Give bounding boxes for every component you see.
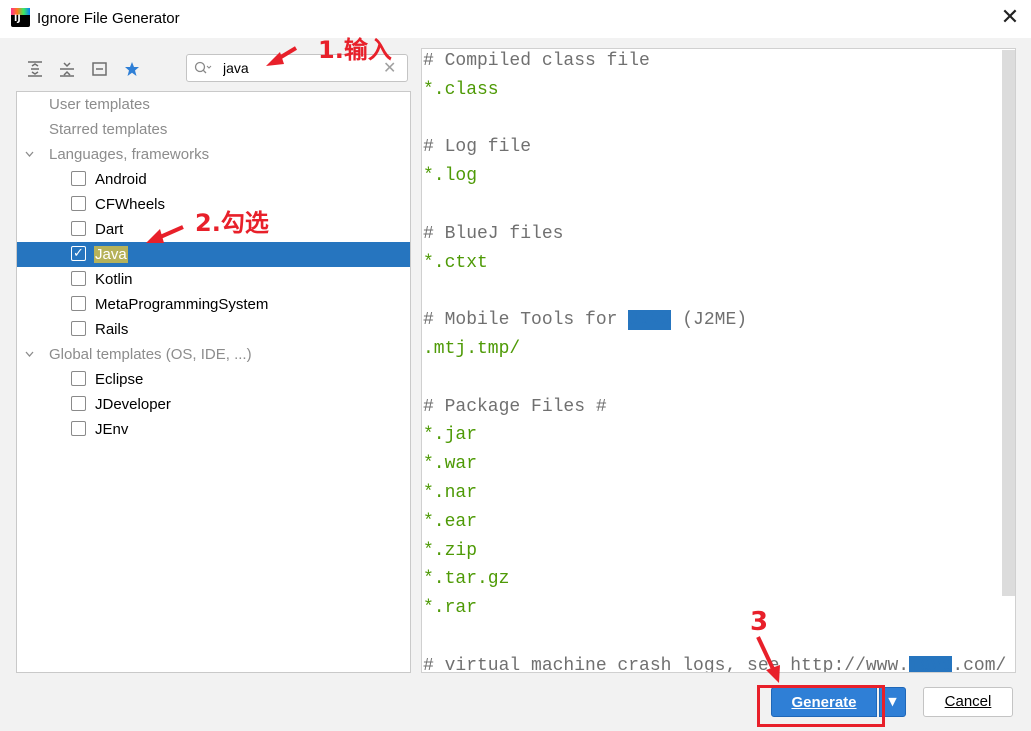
- intellij-logo-icon: IJ: [11, 8, 30, 27]
- annotation-step1: 1.输入: [318, 36, 392, 64]
- comment-line: # Mobile Tools for Java (J2ME): [423, 310, 748, 331]
- checkbox[interactable]: [71, 221, 86, 236]
- ignore-pattern-line: *.rar: [423, 598, 478, 619]
- tree-node-user-templates[interactable]: User templates: [17, 92, 410, 117]
- tree-item-label: Java: [94, 242, 128, 267]
- expand-all-icon[interactable]: [26, 60, 44, 78]
- tree-item-label: Android: [95, 171, 147, 188]
- checkbox[interactable]: [71, 171, 86, 186]
- comment-line: # Package Files #: [423, 396, 607, 417]
- tree-item-kotlin[interactable]: Kotlin: [17, 267, 410, 292]
- search-icon: [194, 61, 212, 74]
- comment-line: # Log file: [423, 137, 532, 158]
- ignore-pattern-line: *.class: [423, 79, 499, 100]
- tree-node-label: Starred templates: [49, 121, 168, 138]
- comment-line: # BlueJ files: [423, 223, 564, 244]
- tree-item-label: Eclipse: [95, 371, 144, 388]
- annotation-highlight-box: [757, 685, 885, 727]
- checkbox-checked[interactable]: ✓: [71, 246, 86, 261]
- cancel-button[interactable]: Cancel: [923, 687, 1013, 717]
- search-match-highlight: Java: [94, 246, 128, 263]
- close-icon[interactable]: ✕: [995, 3, 1025, 33]
- checkbox[interactable]: [71, 396, 86, 411]
- search-match-highlight: Java: [628, 310, 672, 331]
- tree-node-label: Languages, frameworks: [49, 146, 210, 163]
- vertical-scrollbar[interactable]: [1002, 50, 1015, 596]
- ignore-pattern-line: *.ear: [423, 511, 478, 532]
- tree-item-java[interactable]: ✓ Java: [17, 242, 410, 267]
- checkbox[interactable]: [71, 196, 86, 211]
- tree-node-label: User templates: [49, 96, 150, 113]
- collapse-all-icon[interactable]: [58, 60, 76, 78]
- star-icon[interactable]: [123, 60, 141, 78]
- ignore-pattern-line: *.ctxt: [423, 252, 488, 273]
- tree-item-label: CFWheels: [95, 196, 166, 213]
- window-title: Ignore File Generator: [37, 10, 180, 27]
- checkbox[interactable]: [71, 321, 86, 336]
- tree-item-label: Kotlin: [95, 271, 133, 288]
- tree-item-jdeveloper[interactable]: JDeveloper: [17, 392, 410, 417]
- tree-item-label: Dart: [95, 221, 124, 238]
- ignore-pattern-line: *.jar: [423, 425, 478, 446]
- annotation-step3: 3: [750, 607, 769, 637]
- collapse-icon[interactable]: [91, 60, 109, 78]
- template-tree[interactable]: User templates Starred templates Languag…: [16, 91, 411, 673]
- tree-item-android[interactable]: Android: [17, 167, 410, 192]
- checkbox[interactable]: [71, 421, 86, 436]
- tree-item-eclipse[interactable]: Eclipse: [17, 367, 410, 392]
- ignore-pattern-line: *.nar: [423, 483, 478, 503]
- ignore-pattern-line: *.war: [423, 454, 478, 475]
- tree-item-label: MetaProgrammingSystem: [95, 296, 269, 313]
- tree-item-jenv[interactable]: JEnv: [17, 417, 410, 442]
- title-bar: IJ Ignore File Generator ✕: [0, 0, 1031, 38]
- checkbox[interactable]: [71, 271, 86, 286]
- tree-item-label: Rails: [95, 321, 129, 338]
- tree-node-languages[interactable]: Languages, frameworks: [17, 142, 410, 167]
- tree-node-starred-templates[interactable]: Starred templates: [17, 117, 410, 142]
- comment-line: # Compiled class file: [423, 51, 650, 71]
- search-match-highlight: java: [909, 655, 953, 672]
- tree-item-label: JDeveloper: [95, 396, 171, 413]
- annotation-step2: 2.勾选: [195, 209, 269, 237]
- comment-line: # virtual machine crash logs, see http:/…: [423, 655, 1006, 672]
- checkbox[interactable]: [71, 296, 86, 311]
- ignore-pattern-line: .mtj.tmp/: [423, 339, 521, 359]
- tree-item-metaprogrammingsystem[interactable]: MetaProgrammingSystem: [17, 292, 410, 317]
- ignore-pattern-line: *.log: [423, 166, 478, 187]
- tree-item-rails[interactable]: Rails: [17, 317, 410, 342]
- tree-node-global-templates[interactable]: Global templates (OS, IDE, ...): [17, 342, 410, 367]
- tree-item-label: JEnv: [95, 421, 129, 438]
- ignore-pattern-line: *.tar.gz: [423, 569, 510, 590]
- checkbox[interactable]: [71, 371, 86, 386]
- ignore-pattern-line: *.zip: [423, 540, 478, 561]
- tree-node-label: Global templates (OS, IDE, ...): [49, 346, 252, 363]
- gitignore-preview[interactable]: # Compiled class file *.class # Log file *.…: [421, 48, 1016, 673]
